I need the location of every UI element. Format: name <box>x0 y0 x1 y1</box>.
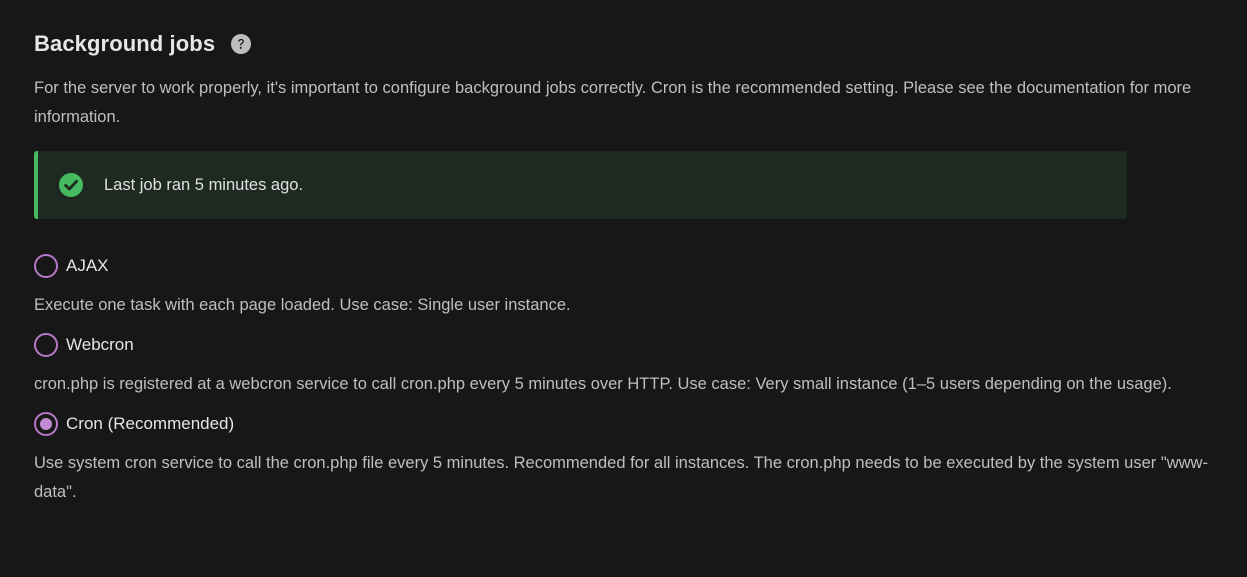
radio-button-cron[interactable] <box>34 412 58 436</box>
option-description-cron: Use system cron service to call the cron… <box>34 454 1208 501</box>
option-description-webcron: cron.php is registered at a webcron serv… <box>34 375 1172 393</box>
radio-label-cron[interactable]: Cron (Recommended) <box>66 414 234 434</box>
background-jobs-section: Background jobs For the server to work p… <box>0 0 1247 507</box>
notice-text: Last job ran 5 minutes ago. <box>104 175 304 194</box>
radio-cron[interactable]: Cron (Recommended) <box>34 411 1213 437</box>
check-circle-icon <box>59 173 83 197</box>
radio-button-ajax[interactable] <box>34 254 58 278</box>
radio-label-ajax[interactable]: AJAX <box>66 256 109 276</box>
radio-label-webcron[interactable]: Webcron <box>66 335 134 355</box>
radio-webcron[interactable]: Webcron <box>34 332 1213 358</box>
section-description: For the server to work properly, it's im… <box>34 79 1192 126</box>
success-notice: Last job ran 5 minutes ago. <box>34 151 1127 219</box>
question-circle-icon[interactable] <box>231 34 252 54</box>
background-job-options: AJAX Execute one task with each page loa… <box>34 253 1213 507</box>
section-title: Background jobs <box>34 31 216 56</box>
radio-selected-dot <box>40 418 52 430</box>
radio-button-webcron[interactable] <box>34 333 58 357</box>
radio-ajax[interactable]: AJAX <box>34 253 1213 279</box>
option-description-ajax: Execute one task with each page loaded. … <box>34 296 571 314</box>
section-header: Background jobs <box>34 30 1213 58</box>
